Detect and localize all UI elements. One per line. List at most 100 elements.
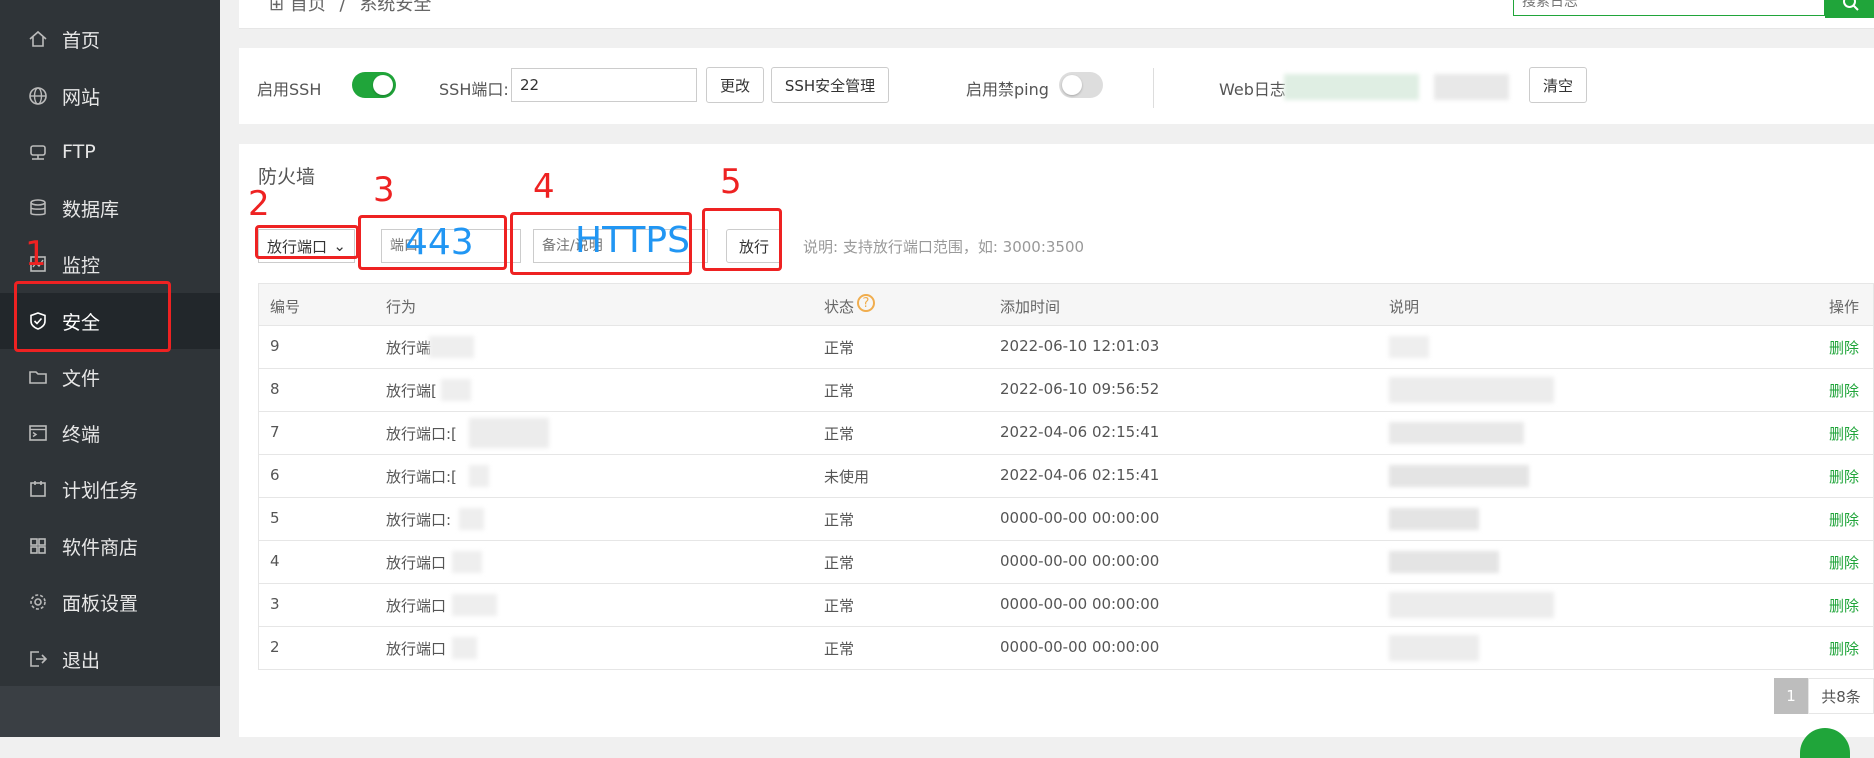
redacted-area: [452, 637, 477, 659]
redacted-area: [1434, 74, 1509, 100]
toggle-knob: [1062, 75, 1082, 95]
annotation-box-1: [14, 281, 171, 352]
sidebar-item-logout[interactable]: 退出: [0, 631, 220, 687]
cell-action: 放行端[: [386, 382, 437, 400]
ssh-port-input[interactable]: [511, 68, 697, 102]
table-row: 8 放行端[ 正常 2022-06-10 09:56:52 删除: [258, 369, 1874, 412]
cell-id: 9: [270, 337, 280, 355]
pager-total: 共8条: [1808, 678, 1874, 714]
redacted-area: [1389, 465, 1529, 487]
annotation-number: 4: [533, 167, 555, 207]
redacted-area: [1284, 74, 1419, 100]
table-row: 6 放行端口:[ 未使用 2022-04-06 02:15:41 删除: [258, 455, 1874, 498]
delete-link[interactable]: 删除: [1829, 337, 1859, 358]
cell-id: 4: [270, 552, 280, 570]
redacted-area: [1389, 551, 1499, 573]
ssh-toggle[interactable]: [352, 72, 396, 98]
table-row: 5 放行端口: 正常 0000-00-00 00:00:00 删除: [258, 498, 1874, 541]
database-icon: [28, 198, 48, 218]
cell-status: 正常: [824, 511, 855, 529]
cell-status: 未使用: [824, 468, 870, 486]
ping-label: 启用禁ping: [966, 80, 1049, 99]
weblog-label: Web日志: [1219, 80, 1286, 99]
grid-icon: [28, 536, 48, 556]
header-id: 编号: [270, 298, 301, 316]
annotation-number: 3: [373, 170, 395, 210]
globe-icon: [28, 86, 48, 106]
delete-link[interactable]: 删除: [1829, 423, 1859, 444]
cell-time: 0000-00-00 00:00:00: [1000, 595, 1160, 613]
sidebar-footer: [0, 686, 220, 737]
grid-icon: ⊞: [269, 0, 290, 15]
divider: [1153, 68, 1154, 108]
delete-link[interactable]: 删除: [1829, 552, 1859, 573]
sidebar-item-website[interactable]: 网站: [0, 68, 220, 124]
search-input[interactable]: [1513, 0, 1825, 16]
sidebar-item-store[interactable]: 软件商店: [0, 518, 220, 574]
cell-action: 放行端口:[: [386, 425, 457, 443]
redacted-area: [452, 594, 497, 616]
redacted-area: [1389, 422, 1524, 444]
sidebar-item-terminal[interactable]: 终端: [0, 405, 220, 461]
help-icon[interactable]: ?: [857, 294, 875, 312]
redacted-area: [452, 551, 482, 573]
sidebar-item-cron[interactable]: 计划任务: [0, 461, 220, 517]
sidebar-item-database[interactable]: 数据库: [0, 180, 220, 236]
annotation-box-5: [702, 208, 782, 271]
breadcrumb-current: 系统安全: [359, 0, 432, 15]
sidebar-item-label: 监控: [62, 254, 101, 277]
sidebar-item-label: 终端: [62, 423, 101, 446]
breadcrumb: ⊞ 首页 / 系统安全: [269, 0, 431, 16]
redacted-area: [1389, 508, 1479, 530]
sidebar-item-ftp[interactable]: FTP: [0, 124, 220, 180]
sidebar-item-home[interactable]: 首页: [0, 11, 220, 67]
cell-status: 正常: [824, 382, 855, 400]
ssh-enable-label: 启用SSH: [257, 80, 322, 99]
calendar-icon: [28, 479, 48, 499]
clear-log-button[interactable]: 清空: [1529, 67, 1587, 103]
redacted-area: [441, 379, 471, 401]
delete-link[interactable]: 删除: [1829, 595, 1859, 616]
cell-id: 8: [270, 380, 280, 398]
table-row: 9 放行端 正常 2022-06-10 12:01:03 删除: [258, 326, 1874, 369]
cell-time: 2022-04-06 02:15:41: [1000, 423, 1160, 441]
change-port-button[interactable]: 更改: [706, 67, 764, 103]
search-icon: [1843, 0, 1859, 11]
ssh-port-label: SSH端口:: [439, 80, 509, 99]
ssh-manage-button[interactable]: SSH安全管理: [771, 67, 889, 103]
annotation-note-text: HTTPS: [575, 220, 690, 261]
ping-toggle[interactable]: [1059, 72, 1103, 98]
redacted-area: [469, 465, 489, 487]
cell-id: 7: [270, 423, 280, 441]
redacted-area: [1389, 377, 1554, 403]
sidebar-item-label: 网站: [62, 86, 101, 109]
breadcrumb-home[interactable]: 首页: [290, 0, 326, 15]
delete-link[interactable]: 删除: [1829, 380, 1859, 401]
cell-time: 0000-00-00 00:00:00: [1000, 552, 1160, 570]
sidebar-item-files[interactable]: 文件: [0, 349, 220, 405]
redacted-area: [1389, 635, 1479, 661]
delete-link[interactable]: 删除: [1829, 466, 1859, 487]
delete-link[interactable]: 删除: [1829, 638, 1859, 659]
sidebar-item-label: 计划任务: [62, 479, 139, 502]
sidebar-item-settings[interactable]: 面板设置: [0, 574, 220, 630]
cell-action: 放行端口: [386, 640, 447, 658]
table-row: 7 放行端口:[ 正常 2022-04-06 02:15:41 删除: [258, 412, 1874, 455]
header-status: 状态: [824, 298, 855, 316]
pager-current-page[interactable]: 1: [1774, 678, 1808, 714]
cell-status: 正常: [824, 554, 855, 572]
sidebar-item-label: FTP: [62, 141, 96, 163]
search-button[interactable]: [1825, 0, 1874, 18]
header-op: 操作: [1829, 298, 1860, 316]
header-time: 添加时间: [1000, 298, 1061, 316]
cell-id: 3: [270, 595, 280, 613]
cell-action: 放行端口: [386, 554, 447, 572]
redacted-area: [1389, 592, 1554, 618]
cell-action: 放行端口: [386, 597, 447, 615]
cell-id: 6: [270, 466, 280, 484]
cell-action: 放行端: [386, 339, 432, 357]
breadcrumb-separator: /: [339, 0, 346, 15]
redacted-area: [459, 508, 484, 530]
delete-link[interactable]: 删除: [1829, 509, 1859, 530]
table-row: 4 放行端口 正常 0000-00-00 00:00:00 删除: [258, 541, 1874, 584]
